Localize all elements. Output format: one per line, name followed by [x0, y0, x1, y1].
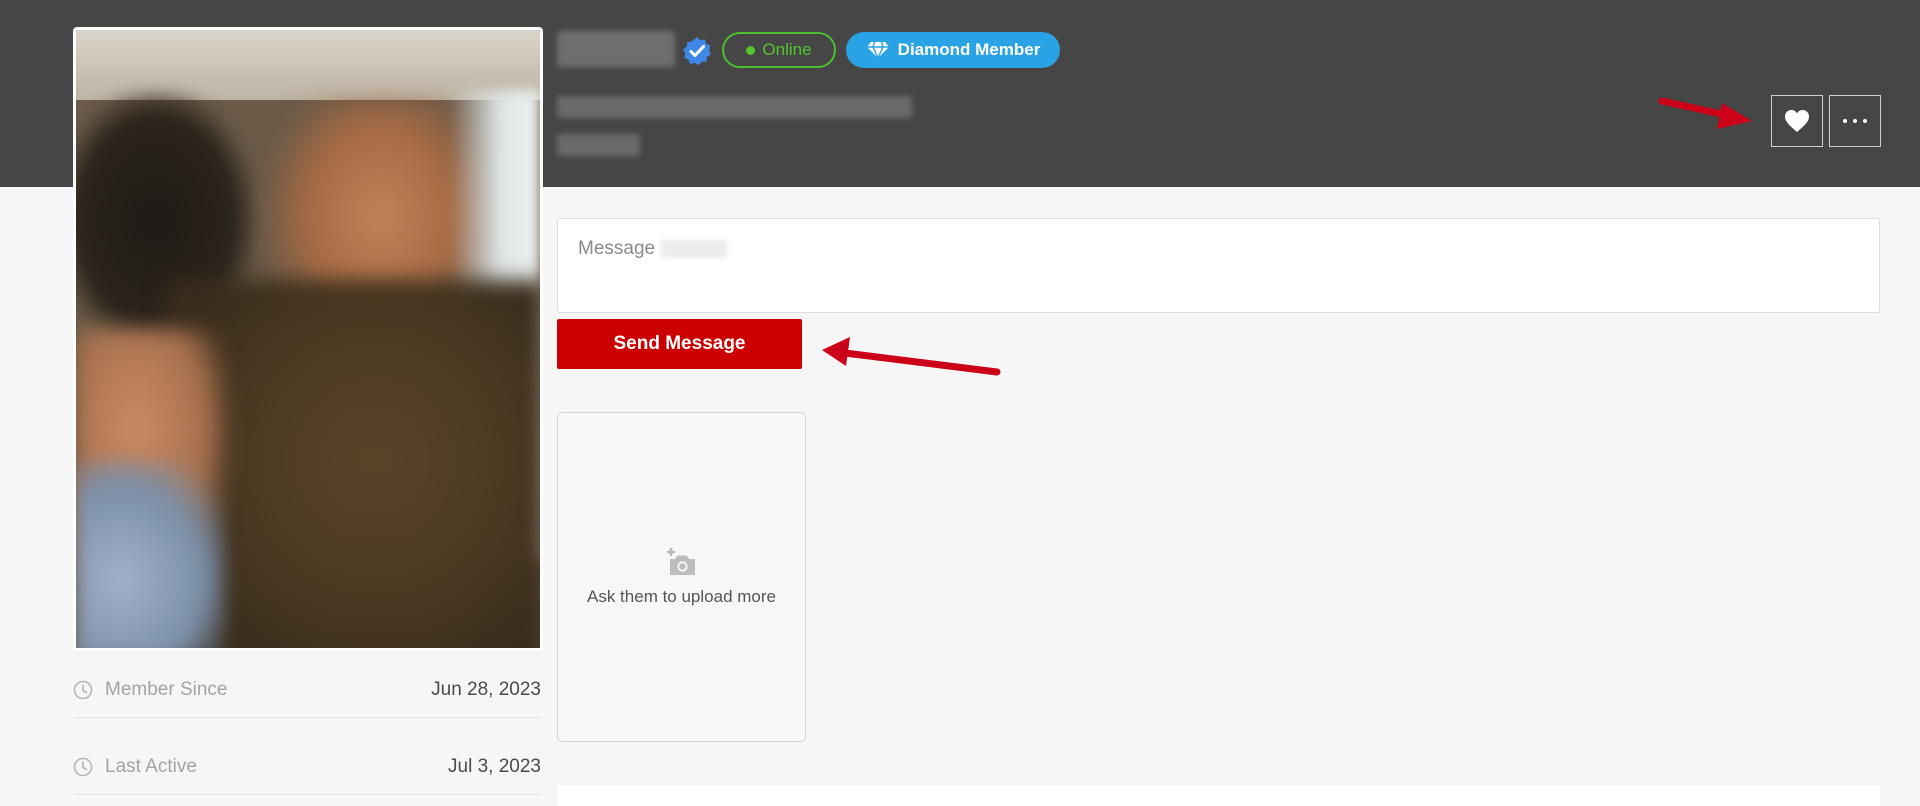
more-options-button[interactable] — [1829, 95, 1881, 147]
online-status-badge: Online — [722, 32, 836, 68]
more-options-icon — [1843, 119, 1867, 123]
diamond-member-badge: Diamond Member — [846, 32, 1060, 68]
last-active-value: Jul 3, 2023 — [448, 755, 541, 777]
photo-region — [76, 460, 226, 648]
verified-check-icon — [683, 37, 711, 66]
online-dot-icon — [746, 45, 756, 55]
last-active-label: Last Active — [105, 755, 197, 777]
content-card — [557, 785, 1880, 806]
clock-icon — [73, 757, 93, 776]
clock-icon — [73, 680, 93, 699]
online-status-label: Online — [762, 40, 812, 59]
profile-location-redacted — [557, 134, 640, 156]
message-input[interactable]: Message — [557, 218, 1880, 313]
favorite-button[interactable] — [1771, 95, 1823, 147]
member-since-value: Jun 28, 2023 — [431, 678, 541, 700]
diamond-member-label: Diamond Member — [897, 40, 1041, 59]
profile-name-redacted — [557, 31, 675, 67]
annotation-arrow-send — [822, 337, 1001, 376]
diamond-icon — [866, 41, 889, 59]
upload-request-label: Ask them to upload more — [587, 587, 776, 606]
recipient-name-redacted — [661, 239, 728, 258]
member-since-label: Member Since — [105, 678, 228, 700]
member-since-row: Member Since Jun 28, 2023 — [73, 662, 541, 718]
heart-icon — [1785, 110, 1809, 132]
message-placeholder: Message — [578, 238, 656, 259]
upload-request-card[interactable]: Ask them to upload more — [557, 412, 806, 742]
send-message-button[interactable]: Send Message — [557, 319, 802, 369]
profile-details-redacted — [557, 96, 912, 118]
add-camera-icon — [666, 548, 695, 575]
last-active-row: Last Active Jul 3, 2023 — [73, 739, 541, 795]
profile-photo[interactable] — [73, 27, 543, 651]
